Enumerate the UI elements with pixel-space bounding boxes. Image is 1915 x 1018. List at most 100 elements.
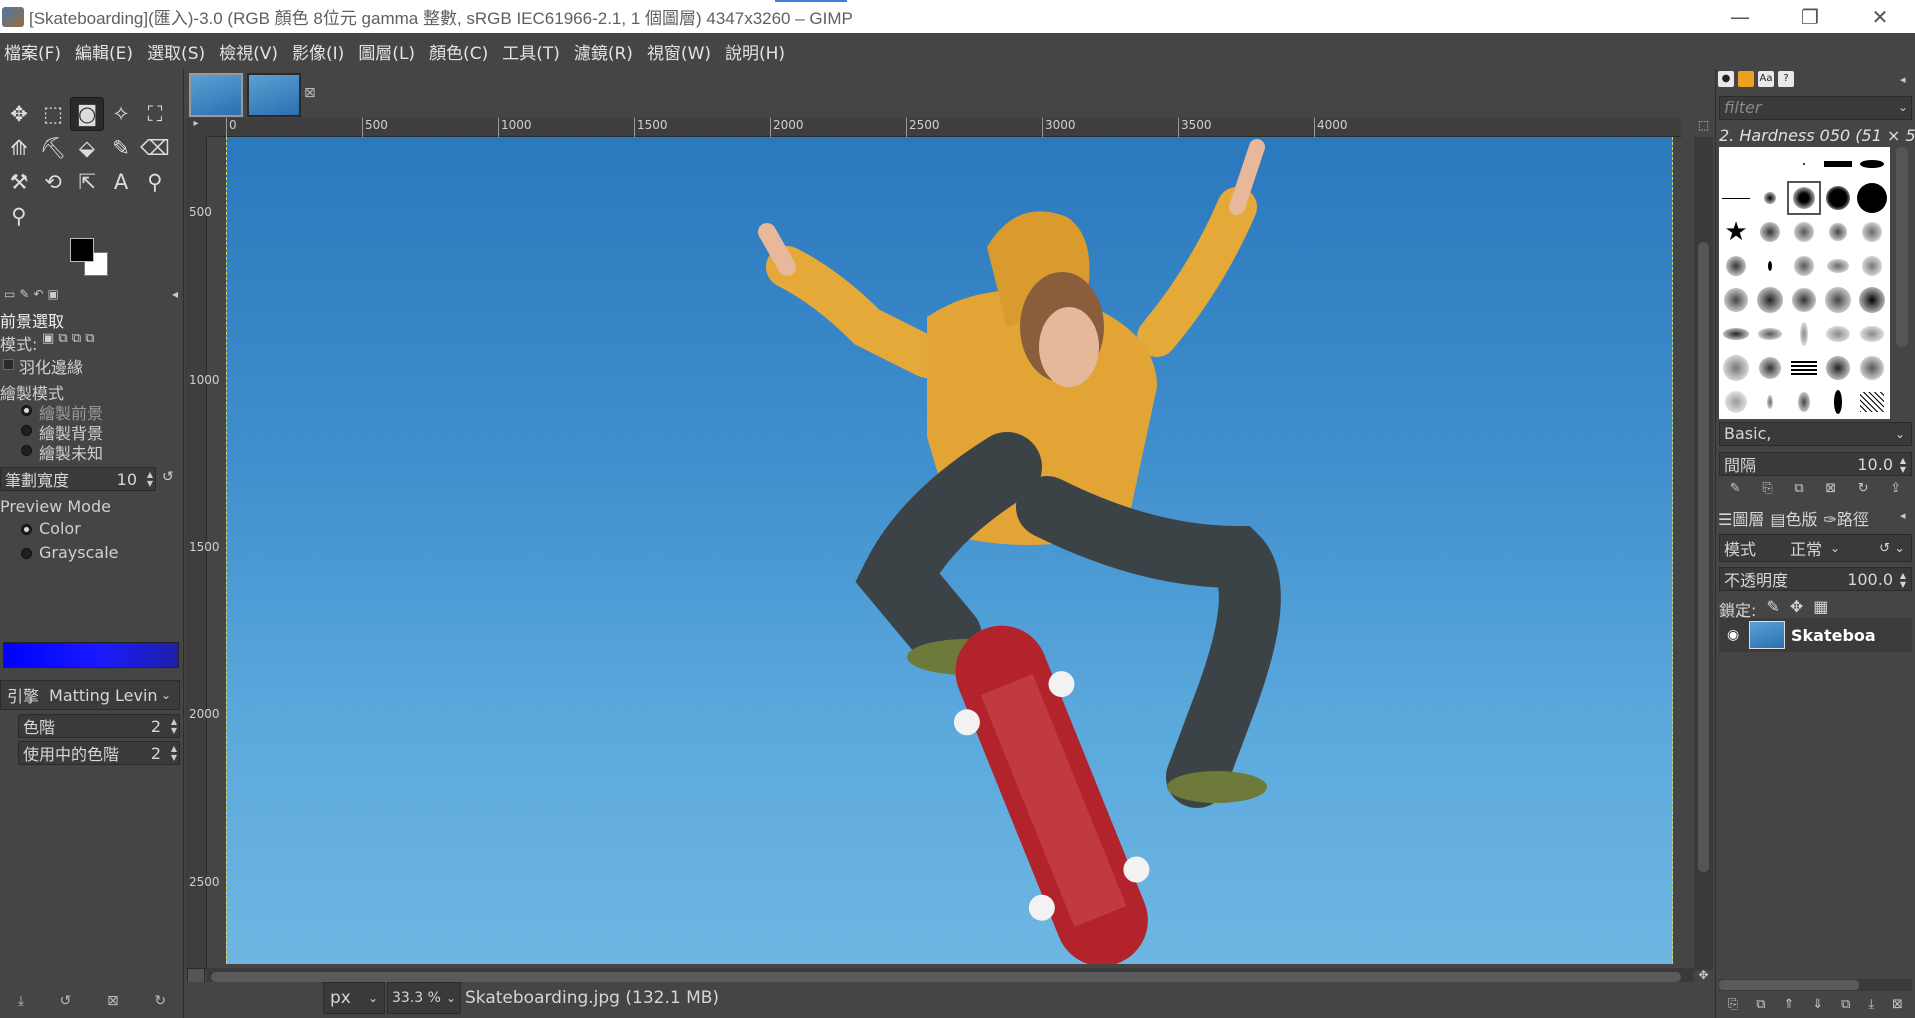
eraser-tool-icon[interactable]: ⌫ bbox=[138, 131, 172, 165]
brush-cell[interactable] bbox=[1719, 283, 1753, 317]
brush-cell[interactable] bbox=[1753, 283, 1787, 317]
brush-cell[interactable] bbox=[1753, 385, 1787, 419]
brush-spacing-spinner[interactable]: 間隔 10.0 ▲ ▼ bbox=[1719, 452, 1912, 476]
brush-cell[interactable] bbox=[1821, 147, 1855, 181]
mode-reset-icon[interactable]: ↺ ⌄ bbox=[1879, 541, 1905, 556]
engine-combo[interactable]: 引擎 Matting Levin ⌄ bbox=[0, 680, 180, 710]
image-canvas[interactable] bbox=[226, 137, 1673, 964]
brush-cell[interactable]: ★ bbox=[1719, 215, 1753, 249]
brush-cell[interactable] bbox=[1719, 181, 1753, 215]
open-brush-icon[interactable]: ⇪ bbox=[1890, 481, 1901, 496]
brush-cell[interactable] bbox=[1719, 249, 1753, 283]
menu-image[interactable]: 影像(I) bbox=[292, 39, 344, 64]
channels-tab[interactable]: ▤色版 bbox=[1770, 506, 1817, 529]
duplicate-brush-icon[interactable]: ⧉ bbox=[1794, 481, 1803, 496]
undo-history-tab-icon[interactable]: ↶ bbox=[33, 287, 43, 301]
brush-cell[interactable] bbox=[1787, 147, 1821, 181]
brush-cell[interactable] bbox=[1719, 351, 1753, 385]
mask-color-preview[interactable] bbox=[3, 642, 179, 668]
menu-windows[interactable]: 視窗(W) bbox=[647, 39, 711, 64]
text-tool-icon[interactable]: A bbox=[104, 165, 138, 199]
new-layer-group-icon[interactable]: ⧉ bbox=[1756, 997, 1765, 1012]
brush-cell[interactable] bbox=[1821, 249, 1855, 283]
brush-cell[interactable] bbox=[1787, 317, 1821, 351]
brush-filter-input[interactable]: filter bbox=[1719, 96, 1912, 120]
brush-tag-combo[interactable]: Basic, ⌄ bbox=[1719, 422, 1912, 446]
menu-file[interactable]: 檔案(F) bbox=[4, 39, 61, 64]
image-tab-active[interactable] bbox=[189, 73, 243, 117]
levels-spinner[interactable]: 色階 2 ▲ ▼ bbox=[18, 714, 180, 738]
layers-horizontal-scrollbar[interactable] bbox=[1719, 979, 1912, 991]
image-tab[interactable] bbox=[247, 73, 301, 117]
brush-cell[interactable] bbox=[1787, 215, 1821, 249]
tool-options-tab-icon[interactable]: ▭ bbox=[4, 287, 15, 301]
fuzzy-select-tool-icon[interactable]: ✧ bbox=[104, 97, 138, 131]
menu-arrow-icon[interactable]: ▸ bbox=[185, 118, 207, 137]
menu-colors[interactable]: 顏色(C) bbox=[429, 39, 488, 64]
draw-unknown-radio[interactable] bbox=[21, 445, 32, 456]
device-status-tab-icon[interactable]: ✎ bbox=[19, 287, 29, 301]
layer-row[interactable]: ◉ Skateboa bbox=[1719, 618, 1912, 652]
brush-cell[interactable] bbox=[1821, 385, 1855, 419]
brush-cell[interactable] bbox=[1821, 351, 1855, 385]
brush-cell[interactable] bbox=[1821, 215, 1855, 249]
brush-cell-selected[interactable] bbox=[1787, 181, 1821, 215]
brushes-tab-icon[interactable]: ● bbox=[1718, 71, 1734, 87]
layers-scroll-thumb[interactable] bbox=[1719, 980, 1859, 990]
brush-cell[interactable] bbox=[1855, 283, 1889, 317]
brush-cell[interactable] bbox=[1787, 283, 1821, 317]
smudge-tool-icon[interactable]: ⟲ bbox=[36, 165, 70, 199]
vertical-scroll-thumb[interactable] bbox=[1698, 242, 1709, 872]
spinner-arrows-icon[interactable]: ▲ ▼ bbox=[1900, 571, 1906, 589]
refresh-brushes-icon[interactable]: ↻ bbox=[1858, 481, 1869, 496]
spinner-arrows-icon[interactable]: ▲ ▼ bbox=[1900, 456, 1906, 474]
brush-cell[interactable] bbox=[1753, 181, 1787, 215]
configure-dock-icon[interactable]: ◂ bbox=[1900, 509, 1906, 522]
configure-tab-icon[interactable]: ◂ bbox=[172, 287, 178, 301]
configure-dock-icon[interactable]: ◂ bbox=[1900, 73, 1906, 86]
clone-tool-icon[interactable]: ⚒ bbox=[2, 165, 36, 199]
zoom-image-when-window-size-changes-icon[interactable]: ⬚ bbox=[1694, 118, 1713, 137]
active-levels-spinner[interactable]: 使用中的色階 2 ▲ ▼ bbox=[18, 741, 180, 765]
brush-grid-scrollbar[interactable] bbox=[1896, 147, 1908, 347]
foreground-select-tool-icon[interactable]: ◙ bbox=[70, 97, 104, 131]
brush-cell[interactable] bbox=[1821, 317, 1855, 351]
brush-cell[interactable] bbox=[1753, 351, 1787, 385]
draw-foreground-radio[interactable] bbox=[21, 405, 32, 416]
delete-layer-icon[interactable]: ⊠ bbox=[1892, 997, 1903, 1012]
brush-cell[interactable] bbox=[1787, 385, 1821, 419]
foreground-color-swatch[interactable] bbox=[70, 238, 94, 262]
brush-cell[interactable] bbox=[1855, 385, 1889, 419]
feather-edges-checkbox[interactable] bbox=[3, 359, 14, 370]
paths-tab[interactable]: ✑路徑 bbox=[1824, 506, 1869, 529]
brush-cell[interactable] bbox=[1719, 147, 1753, 181]
brush-cell[interactable] bbox=[1787, 351, 1821, 385]
move-tool-icon[interactable]: ✥ bbox=[2, 97, 36, 131]
mode-buttons[interactable]: ▣ ⧉ ⧉ ⧉ bbox=[42, 331, 95, 346]
document-history-tab-icon[interactable]: ? bbox=[1778, 71, 1794, 87]
delete-brush-icon[interactable]: ⊠ bbox=[1825, 481, 1836, 496]
brush-cell[interactable] bbox=[1753, 147, 1787, 181]
spinner-arrows-icon[interactable]: ▲ ▼ bbox=[171, 744, 177, 762]
rect-select-tool-icon[interactable]: ⬚ bbox=[36, 97, 70, 131]
layer-opacity-spinner[interactable]: 不透明度 100.0 ▲ ▼ bbox=[1719, 567, 1912, 591]
stroke-width-spinner[interactable]: 筆劃寬度 10 ▲ ▼ bbox=[0, 467, 156, 491]
zoom-tool-icon[interactable]: ⚲ bbox=[2, 199, 36, 233]
paintbrush-tool-icon[interactable]: ✎ bbox=[104, 131, 138, 165]
brush-cell[interactable] bbox=[1753, 215, 1787, 249]
menu-view[interactable]: 檢視(V) bbox=[219, 39, 278, 64]
minimize-button[interactable]: — bbox=[1705, 0, 1775, 33]
new-brush-icon[interactable]: ⎘ bbox=[1762, 481, 1772, 496]
warp-tool-icon[interactable]: ⛏ bbox=[36, 131, 70, 165]
delete-options-icon[interactable]: ⊠ bbox=[107, 993, 119, 1017]
menu-help[interactable]: 說明(H) bbox=[725, 39, 785, 64]
color-picker-tool-icon[interactable]: ⚲ bbox=[138, 165, 172, 199]
brush-cell[interactable] bbox=[1855, 215, 1889, 249]
layer-mode-combo[interactable]: 模式 正常 ⌄ ↺ ⌄ bbox=[1719, 534, 1912, 562]
images-tab-icon[interactable]: ▣ bbox=[47, 287, 58, 301]
save-options-icon[interactable]: ⤓ bbox=[18, 993, 24, 1017]
reset-stroke-icon[interactable]: ↺ bbox=[162, 469, 174, 485]
draw-background-radio[interactable] bbox=[21, 425, 32, 436]
crop-tool-icon[interactable]: ⛶ bbox=[138, 97, 172, 131]
brush-cell[interactable] bbox=[1855, 249, 1889, 283]
